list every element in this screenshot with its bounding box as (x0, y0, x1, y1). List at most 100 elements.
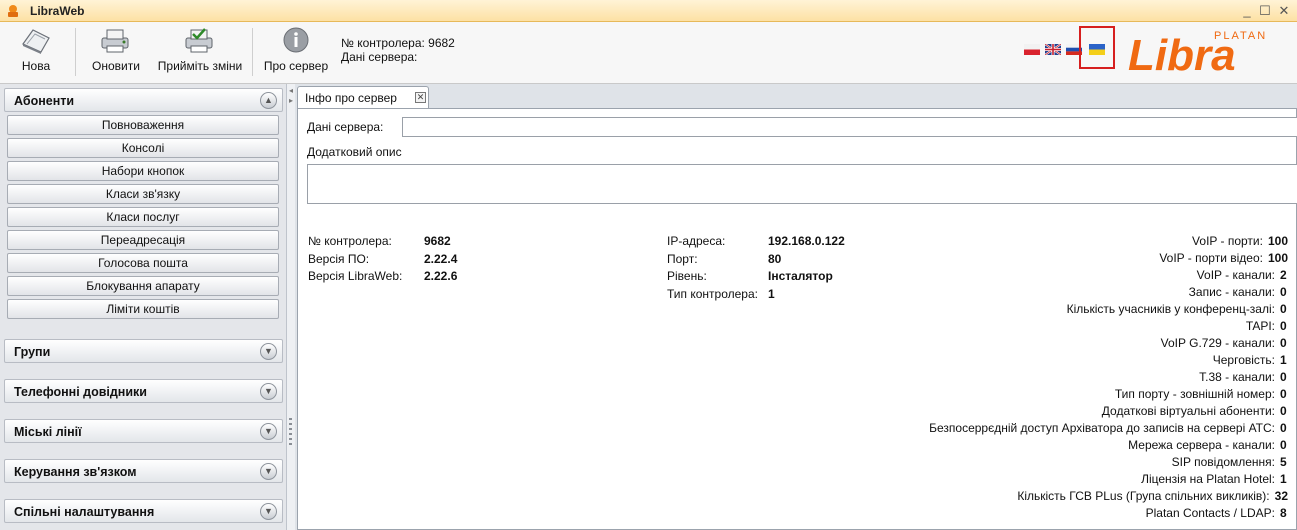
minimize-button[interactable]: _ (1239, 3, 1255, 18)
info-value: 8 (1280, 506, 1287, 520)
section-common-settings[interactable]: Спільні налаштування ▼ (4, 499, 283, 523)
sidebar-item-voicemail[interactable]: Голосова пошта (7, 253, 279, 273)
info-value: 1 (1280, 353, 1287, 367)
info-key: Черговість: (1212, 353, 1275, 367)
extra-description-textarea[interactable] (307, 164, 1297, 204)
info-row: Порт: 80 (667, 251, 782, 266)
sidebar-item-permissions[interactable]: Повноваження (7, 115, 279, 135)
info-row: Тип порту - зовнішній номер: 0 (929, 386, 1288, 403)
info-row: Тип контролера: 1 (667, 286, 775, 301)
info-key: Ліцензія на Platan Hotel: (1141, 472, 1275, 486)
gb-flag-icon[interactable] (1045, 44, 1061, 55)
chevron-down-icon[interactable]: ▼ (260, 503, 277, 520)
server-data-label: Дані сервера: (341, 50, 418, 64)
info-row: Кількість учасників у конференц-залі: 0 (929, 301, 1288, 318)
info-row: Версія ПО: 2.22.4 (308, 251, 458, 266)
info-value: 5 (1280, 455, 1287, 469)
sidebar-item-forwarding[interactable]: Переадресація (7, 230, 279, 250)
sidebar-item-service-classes[interactable]: Класи послуг (7, 207, 279, 227)
info-value: 100 (1267, 234, 1288, 248)
about-server-button[interactable]: Про сервер (260, 26, 332, 78)
section-phone-directories[interactable]: Телефонні довідники ▼ (4, 379, 283, 403)
close-window-button[interactable]: ✕ (1276, 3, 1292, 18)
info-row: № контролера: 9682 (308, 234, 451, 248)
info-row: VoIP - канали: 2 (929, 267, 1288, 284)
section-subscribers[interactable]: Абоненти ▲ (4, 88, 283, 112)
info-key: Кількість учасників у конференц-залі: (1066, 302, 1275, 316)
info-row: VoIP G.729 - канали: 0 (929, 335, 1288, 352)
chevron-down-icon[interactable]: ▼ (260, 463, 277, 480)
chevron-down-icon[interactable]: ▼ (260, 343, 277, 360)
info-row: Мережа сервера - канали: 0 (929, 437, 1288, 454)
info-key: Тип порту - зовнішній номер: (1114, 387, 1275, 401)
main-area: Інфо про сервер ✕ Дані сервера: Додатков… (295, 84, 1297, 530)
tab-server-info[interactable]: Інфо про сервер ✕ (297, 86, 429, 108)
server-info-panel: Дані сервера: Додатковий опис № контроле… (297, 108, 1297, 530)
selected-language-highlight (1079, 26, 1115, 69)
info-left-group: № контролера: 9682 Версія ПО: 2.22.4 Версі… (308, 233, 457, 286)
section-groups[interactable]: Групи ▼ (4, 339, 283, 363)
chevron-up-icon[interactable]: ▲ (260, 92, 277, 109)
section-call-control[interactable]: Керування зв'язком ▼ (4, 459, 283, 483)
info-value: 0 (1280, 285, 1287, 299)
info-value: 2 (1280, 268, 1287, 282)
info-value: 32 (1274, 489, 1288, 503)
info-row: VoIP - порти: 100 (929, 233, 1288, 250)
pl-flag-icon[interactable] (1024, 44, 1040, 55)
sidebar-item-button-sets[interactable]: Набори кнопок (7, 161, 279, 181)
app-icon (8, 5, 18, 17)
server-data-field-label: Дані сервера: (307, 120, 384, 134)
info-key: VoIP - канали: (1196, 268, 1275, 282)
info-value: 0 (1280, 302, 1287, 316)
maximize-button[interactable]: ☐ (1257, 3, 1273, 18)
info-row: Додаткові віртуальні абоненти: 0 (929, 403, 1288, 420)
info-row: Версія LibraWeb: 2.22.6 (308, 269, 458, 283)
refresh-button[interactable]: Оновити (88, 26, 144, 78)
info-row: Ліцензія на Platan Hotel: 1 (929, 471, 1288, 488)
drag-handle-icon[interactable] (289, 418, 292, 448)
toolbar: Нова Оновити Прийміть зміни Про сервер №… (0, 22, 1297, 84)
sidebar-item-cost-limits[interactable]: Ліміти коштів (7, 299, 279, 319)
info-key: Безпосеррєдній доступ Архіватора до запи… (929, 421, 1275, 435)
apply-changes-icon (185, 28, 213, 53)
sidebar-splitter[interactable]: ◂ ▸ (287, 84, 295, 530)
extra-description-label: Додатковий опис (307, 145, 402, 159)
info-value: 1 (1280, 472, 1287, 486)
info-key: T.38 - канали: (1199, 370, 1275, 384)
apply-changes-button[interactable]: Прийміть зміни (156, 26, 244, 78)
expand-right-icon[interactable]: ▸ (287, 96, 295, 105)
new-document-icon (22, 29, 50, 54)
section-trunk-lines[interactable]: Міські лінії ▼ (4, 419, 283, 443)
toolbar-separator (75, 28, 76, 76)
info-row: Platan Contacts / LDAP: 8 (929, 505, 1288, 522)
info-row: Безпосеррєдній доступ Архіватора до запи… (929, 420, 1288, 437)
info-key: TAPI: (1245, 319, 1275, 333)
info-value: 0 (1280, 438, 1287, 452)
info-row: Запис - канали: 0 (929, 284, 1288, 301)
info-value: 0 (1280, 319, 1287, 333)
close-tab-icon[interactable]: ✕ (415, 92, 426, 103)
window-title: LibraWeb (30, 4, 85, 18)
info-row: T.38 - канали: 0 (929, 369, 1288, 386)
sidebar-item-consoles[interactable]: Консолі (7, 138, 279, 158)
toolbar-separator (252, 28, 253, 76)
info-value: 0 (1280, 404, 1287, 418)
info-icon (283, 27, 309, 53)
info-key: Кількість ГСВ PLus (Група спільних викли… (1017, 489, 1270, 503)
info-key: Мережа сервера - канали: (1128, 438, 1275, 452)
chevron-down-icon[interactable]: ▼ (260, 383, 277, 400)
chevron-down-icon[interactable]: ▼ (260, 423, 277, 440)
title-bar: LibraWeb _ ☐ ✕ (0, 0, 1297, 22)
info-right-group: VoIP - порти: 100 VoIP - порти відео: 100 Vo… (929, 233, 1288, 522)
info-key: Додаткові віртуальні абоненти: (1101, 404, 1275, 418)
info-value: 0 (1280, 370, 1287, 384)
collapse-left-icon[interactable]: ◂ (287, 86, 295, 95)
info-row: Кількість ГСВ PLus (Група спільних викли… (929, 488, 1288, 505)
info-key: VoIP G.729 - канали: (1160, 336, 1275, 350)
new-button[interactable]: Нова (12, 26, 60, 78)
server-data-input[interactable] (402, 117, 1297, 137)
info-row: SIP повідомлення: 5 (929, 454, 1288, 471)
refresh-printer-icon (101, 29, 129, 53)
sidebar-item-device-lock[interactable]: Блокування апарату (7, 276, 279, 296)
sidebar-item-call-classes[interactable]: Класи зв'язку (7, 184, 279, 204)
